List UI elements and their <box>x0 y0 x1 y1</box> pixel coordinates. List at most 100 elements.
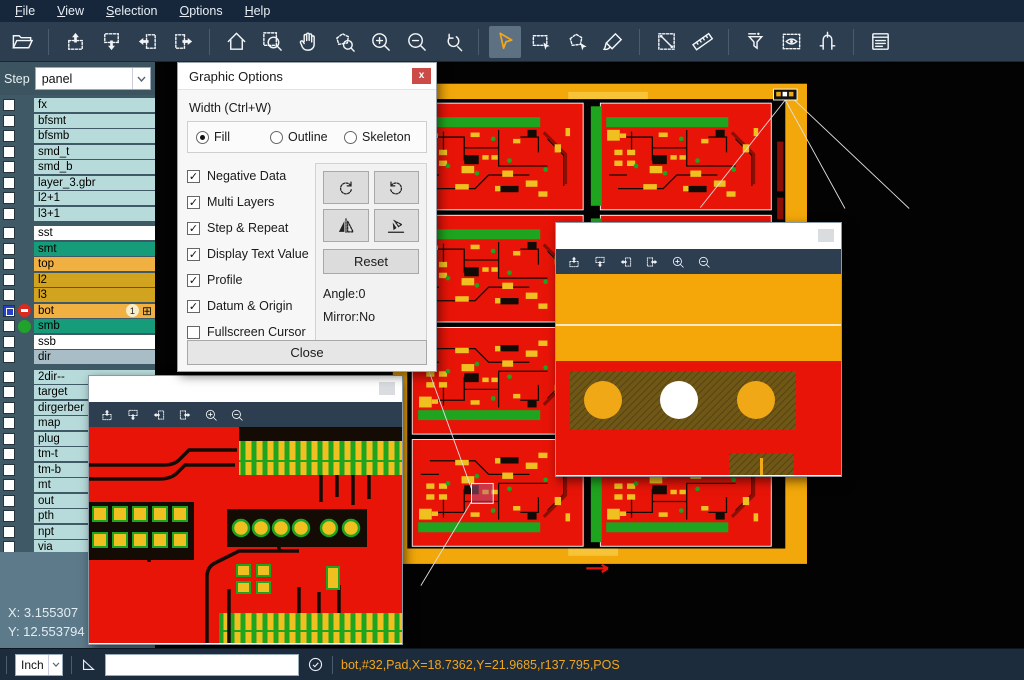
checkbox-display-text-value[interactable]: ✓Display Text Value <box>187 241 315 267</box>
step-select[interactable]: panel <box>35 67 151 90</box>
window-button[interactable] <box>818 229 834 242</box>
layer-row-l2[interactable]: l2 <box>34 273 155 287</box>
checkbox-step-repeat[interactable]: ✓Step & Repeat <box>187 215 315 241</box>
zoom-in-icon[interactable] <box>364 26 396 58</box>
layer-checkbox-dir[interactable] <box>3 351 15 363</box>
layer-row-layer_3.gbr[interactable]: layer_3.gbr <box>34 176 155 190</box>
close-icon[interactable]: x <box>412 68 431 84</box>
pan-hand-icon[interactable] <box>292 26 324 58</box>
layer-checkbox-npt[interactable] <box>3 526 15 538</box>
checkbox-box[interactable]: ✓ <box>187 274 200 287</box>
layer-row-bfsmt[interactable]: bfsmt <box>34 114 155 128</box>
layer-row-ssb[interactable]: ssb <box>34 335 155 349</box>
zoom-source-box-bottom[interactable] <box>471 483 493 503</box>
layer-checkbox-fx[interactable] <box>3 99 15 111</box>
snap-magnet-icon[interactable] <box>811 26 843 58</box>
shift-down-icon[interactable] <box>95 26 127 58</box>
layer-checkbox-2dir--[interactable] <box>3 371 15 383</box>
zoom-polygon-icon[interactable] <box>328 26 360 58</box>
layer-checkbox-pth[interactable] <box>3 510 15 522</box>
shift-left-icon[interactable] <box>131 26 163 58</box>
zoom-previous-icon[interactable] <box>436 26 468 58</box>
layer-row-smt[interactable]: smt <box>34 242 155 256</box>
layer-checkbox-smt[interactable] <box>3 243 15 255</box>
window-button[interactable] <box>379 382 395 395</box>
zoom-in-icon[interactable] <box>202 406 219 423</box>
layer-checkbox-smd_t[interactable] <box>3 146 15 158</box>
menu-help[interactable]: Help <box>234 0 282 22</box>
preview-right-titlebar[interactable] <box>556 223 841 249</box>
rotate-ccw-icon[interactable] <box>374 171 420 204</box>
flip-horizontal-icon[interactable] <box>323 209 369 242</box>
select-polygon-icon[interactable] <box>561 26 593 58</box>
rotate-cw-icon[interactable] <box>323 171 369 204</box>
checkbox-box[interactable]: ✓ <box>187 248 200 261</box>
shift-right-icon[interactable] <box>176 406 193 423</box>
corner-triangle-icon[interactable] <box>80 656 97 673</box>
layer-checkbox-bot[interactable] <box>3 305 15 317</box>
checkbox-box[interactable]: ✓ <box>187 170 200 183</box>
layer-checkbox-smb[interactable] <box>3 320 15 332</box>
layer-checkbox-bfsmb[interactable] <box>3 130 15 142</box>
radio-outline[interactable]: Outline <box>270 130 344 144</box>
radio-fill[interactable]: Fill <box>196 130 270 144</box>
layer-checkbox-l2+1[interactable] <box>3 192 15 204</box>
layer-row-smd_b[interactable]: smd_b <box>34 160 155 174</box>
layer-row-smb[interactable]: smb <box>34 319 155 333</box>
checkbox-box[interactable] <box>187 326 200 339</box>
checkbox-box[interactable]: ✓ <box>187 222 200 235</box>
layer-checkbox-mt[interactable] <box>3 479 15 491</box>
layer-checkbox-l3+1[interactable] <box>3 208 15 220</box>
layer-checkbox-smd_b[interactable] <box>3 161 15 173</box>
radio-skeleton[interactable]: Skeleton <box>344 130 418 144</box>
layer-checkbox-out[interactable] <box>3 495 15 507</box>
shift-left-icon[interactable] <box>617 253 634 270</box>
layer-checkbox-top[interactable] <box>3 258 15 270</box>
zoom-window-icon[interactable] <box>256 26 288 58</box>
layer-checkbox-tm-t[interactable] <box>3 448 15 460</box>
unit-select[interactable]: Inch <box>15 654 63 676</box>
radio-circle[interactable] <box>270 131 283 144</box>
checkbox-box[interactable]: ✓ <box>187 196 200 209</box>
layer-row-bfsmb[interactable]: bfsmb <box>34 129 155 143</box>
checkbox-datum-origin[interactable]: ✓Datum & Origin <box>187 293 315 319</box>
layer-row-l3+1[interactable]: l3+1 <box>34 207 155 221</box>
measure-distance-icon[interactable] <box>650 26 682 58</box>
layer-checkbox-ssb[interactable] <box>3 336 15 348</box>
shift-up-icon[interactable] <box>98 406 115 423</box>
checkbox-profile[interactable]: ✓Profile <box>187 267 315 293</box>
preview-left-titlebar[interactable] <box>89 376 402 402</box>
radio-circle[interactable] <box>196 131 209 144</box>
layer-checkbox-l3[interactable] <box>3 289 15 301</box>
layer-checkbox-l2[interactable] <box>3 274 15 286</box>
checkbox-multi-layers[interactable]: ✓Multi Layers <box>187 189 315 215</box>
select-arrow-icon[interactable] <box>489 26 521 58</box>
shift-left-icon[interactable] <box>150 406 167 423</box>
layer-checkbox-tm-b[interactable] <box>3 464 15 476</box>
shift-right-icon[interactable] <box>167 26 199 58</box>
zoom-out-icon[interactable] <box>228 406 245 423</box>
layer-row-fx[interactable]: fx <box>34 98 155 112</box>
folder-open-icon[interactable] <box>6 26 38 58</box>
menu-options[interactable]: Options <box>168 0 233 22</box>
reset-button[interactable]: Reset <box>323 249 419 274</box>
menu-view[interactable]: View <box>46 0 95 22</box>
layer-checkbox-plug[interactable] <box>3 433 15 445</box>
layer-checkbox-sst[interactable] <box>3 227 15 239</box>
layer-row-top[interactable]: top <box>34 257 155 271</box>
grid-icon[interactable]: ⊞ <box>142 305 152 317</box>
layer-row-l3[interactable]: l3 <box>34 288 155 302</box>
layer-row-l2+1[interactable]: l2+1 <box>34 191 155 205</box>
shift-down-icon[interactable] <box>124 406 141 423</box>
shift-down-icon[interactable] <box>591 253 608 270</box>
layer-row-sst[interactable]: sst <box>34 226 155 240</box>
layer-row-bot[interactable]: bot1⊞ <box>34 304 155 318</box>
close-button[interactable]: Close <box>187 340 427 365</box>
view-eye-icon[interactable] <box>775 26 807 58</box>
shift-up-icon[interactable] <box>565 253 582 270</box>
sync-check-icon[interactable] <box>307 656 324 673</box>
filter-icon[interactable] <box>739 26 771 58</box>
select-rect-icon[interactable] <box>525 26 557 58</box>
layer-checkbox-layer_3.gbr[interactable] <box>3 177 15 189</box>
zoom-in-icon[interactable] <box>669 253 686 270</box>
